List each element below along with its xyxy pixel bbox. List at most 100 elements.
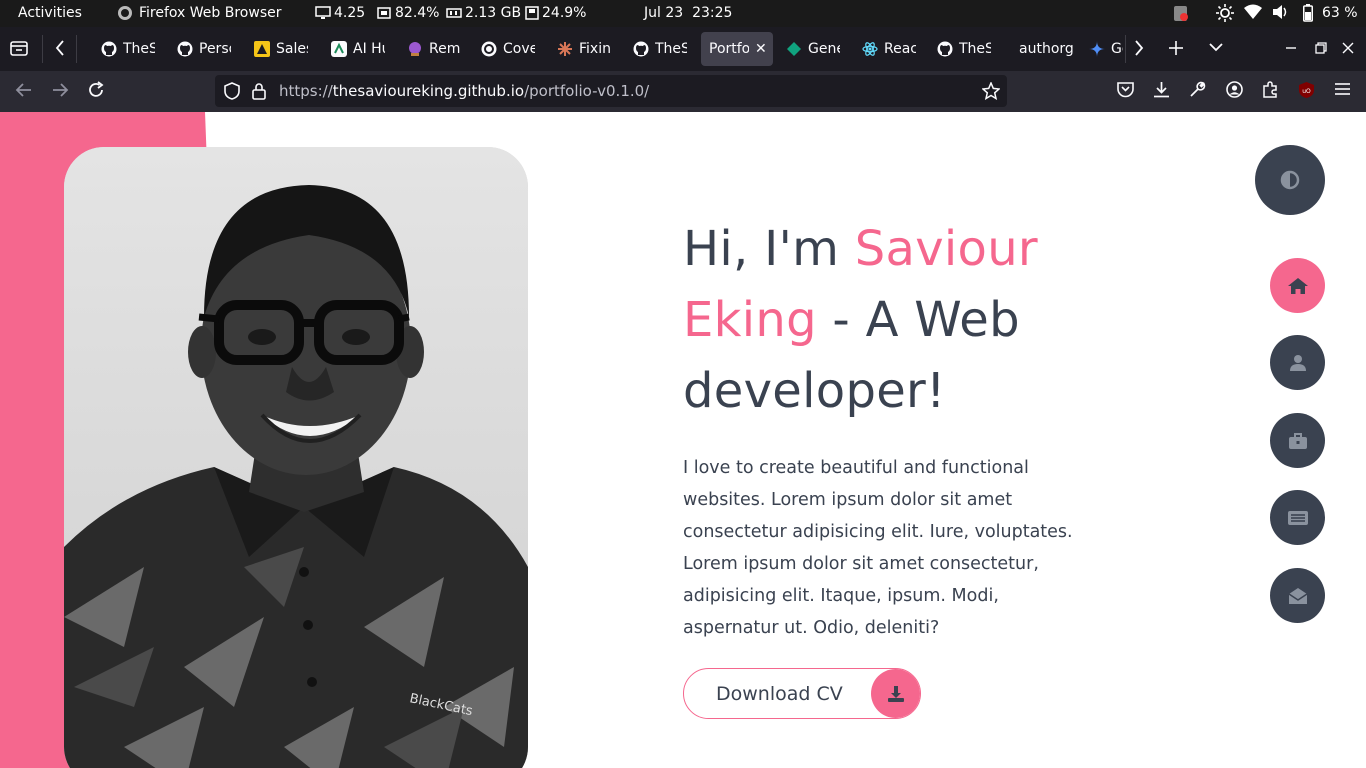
nav-about-button[interactable] [1270, 335, 1325, 390]
tab-2[interactable]: Perso [171, 32, 241, 66]
wifi-icon[interactable] [1244, 4, 1262, 20]
nav-portfolio-button[interactable] [1270, 413, 1325, 468]
web-page: BlackCats Hi, I'm Saviour Eking - A Web d… [0, 112, 1366, 768]
firefox-view-icon[interactable] [10, 39, 28, 57]
firefox-icon [118, 6, 132, 20]
bookmark-star-icon[interactable] [982, 82, 1000, 100]
tab-title: AI Hu [353, 41, 385, 57]
cpu-icon [377, 7, 391, 19]
tab-5[interactable]: Rem [401, 32, 471, 66]
greeting-text: Hi, I'm [683, 221, 855, 277]
extensions-icon[interactable] [1262, 81, 1279, 102]
disk-icon [525, 6, 539, 20]
tab-9[interactable]: Portfo ✕ [701, 32, 773, 66]
react-icon [862, 41, 878, 57]
memory-icon [446, 8, 462, 18]
forward-icon[interactable] [51, 81, 69, 103]
download-cv-label: Download CV [716, 682, 843, 705]
monitor-icon [315, 6, 331, 19]
activities-button[interactable]: Activities [18, 5, 82, 21]
url-bar[interactable]: https://thesavioureking.github.io/portfo… [215, 75, 1007, 107]
envelope-icon [1288, 587, 1307, 604]
battery-value: 63 % [1322, 5, 1358, 21]
user-icon [1289, 354, 1306, 371]
clock[interactable]: Jul 23 23:25 [644, 5, 732, 21]
tab-7[interactable]: Fixin [551, 32, 621, 66]
hero-heading: Hi, I'm Saviour Eking - A Web developer! [683, 214, 1103, 427]
tab-title: Reac [884, 41, 916, 57]
tab-title: TheS [959, 41, 991, 57]
scroll-tabs-left-icon[interactable] [54, 39, 66, 57]
url-text: https://thesavioureking.github.io/portfo… [279, 82, 649, 100]
lock-icon[interactable] [252, 82, 266, 100]
night-light-icon[interactable] [1216, 4, 1234, 22]
close-window-icon[interactable] [1342, 42, 1354, 54]
theme-toggle-button[interactable] [1255, 145, 1325, 215]
account-icon[interactable] [1226, 81, 1243, 102]
app-menu[interactable]: Firefox Web Browser [117, 5, 282, 21]
cpu-value: 82.4% [395, 5, 440, 21]
github-icon [633, 41, 649, 57]
nav-blog-button[interactable] [1270, 490, 1325, 545]
tab-title: Sales [276, 41, 308, 57]
profile-photo: BlackCats [64, 147, 528, 768]
app-menu-icon[interactable] [1335, 81, 1350, 100]
volume-icon[interactable] [1272, 4, 1290, 20]
tab-title: Ge [1111, 41, 1123, 57]
url-prefix: https:// [279, 82, 333, 100]
contrast-icon [1280, 170, 1300, 190]
minimize-icon[interactable] [1285, 42, 1297, 54]
wrench-icon[interactable] [1189, 81, 1206, 102]
battery-icon[interactable] [1303, 4, 1313, 22]
pocket-icon[interactable] [1117, 81, 1134, 102]
bio-paragraph: I love to create beautiful and functiona… [683, 458, 1073, 638]
reload-icon[interactable] [87, 81, 105, 103]
tab-8[interactable]: TheS [627, 32, 697, 66]
list-all-tabs-icon[interactable] [1208, 42, 1224, 52]
svg-text:uO: uO [1302, 88, 1311, 95]
close-tab-icon[interactable]: ✕ [755, 41, 767, 57]
tracking-protection-icon[interactable] [224, 82, 240, 100]
tab-12[interactable]: TheS [931, 32, 1001, 66]
back-icon[interactable] [15, 81, 33, 103]
disk-value: 24.9% [542, 5, 587, 21]
ublock-origin-icon[interactable]: uO [1298, 81, 1315, 103]
tab-title: TheS [123, 41, 155, 57]
tab-10[interactable]: Gene [780, 32, 850, 66]
download-cv-button[interactable]: Download CV [683, 668, 921, 719]
newspaper-icon [1287, 510, 1308, 525]
tab-14[interactable]: Ge [1083, 32, 1123, 66]
name-first: Saviour [854, 221, 1038, 277]
tab-1[interactable]: TheS [95, 32, 165, 66]
tab-title: Fixin [579, 41, 611, 57]
ai-icon [331, 41, 347, 57]
tab-title: Rem [429, 41, 461, 57]
time: 23:25 [692, 5, 733, 21]
tab-6[interactable]: Cove [475, 32, 545, 66]
memory-value: 2.13 GB [465, 5, 522, 21]
openai-icon [481, 41, 497, 57]
tab-11[interactable]: Reac [856, 32, 926, 66]
scroll-tabs-right-icon[interactable] [1133, 39, 1145, 57]
downloads-icon[interactable] [1153, 81, 1170, 102]
github-icon [937, 41, 953, 57]
update-icon[interactable] [1173, 4, 1189, 22]
home-icon [1287, 277, 1308, 294]
memory-indicator: 2.13 GB [446, 5, 521, 21]
tab-4[interactable]: AI Hu [325, 32, 395, 66]
maximize-icon[interactable] [1315, 42, 1327, 54]
briefcase-icon [1288, 432, 1307, 449]
tab-title: authorg [1019, 41, 1074, 57]
load-indicator: 4.25 [315, 5, 365, 21]
tab-13[interactable]: authorg [1007, 32, 1077, 66]
load-value: 4.25 [334, 5, 366, 21]
nav-home-button[interactable] [1270, 258, 1325, 313]
new-tab-icon[interactable] [1168, 40, 1184, 56]
url-host: thesavioureking.github.io [332, 82, 525, 100]
claude-icon [557, 41, 573, 57]
name-last: Eking [683, 292, 817, 348]
app-name: Firefox Web Browser [139, 5, 282, 21]
nav-contact-button[interactable] [1270, 568, 1325, 623]
tab-3[interactable]: Sales [248, 32, 318, 66]
github-icon [101, 41, 117, 57]
